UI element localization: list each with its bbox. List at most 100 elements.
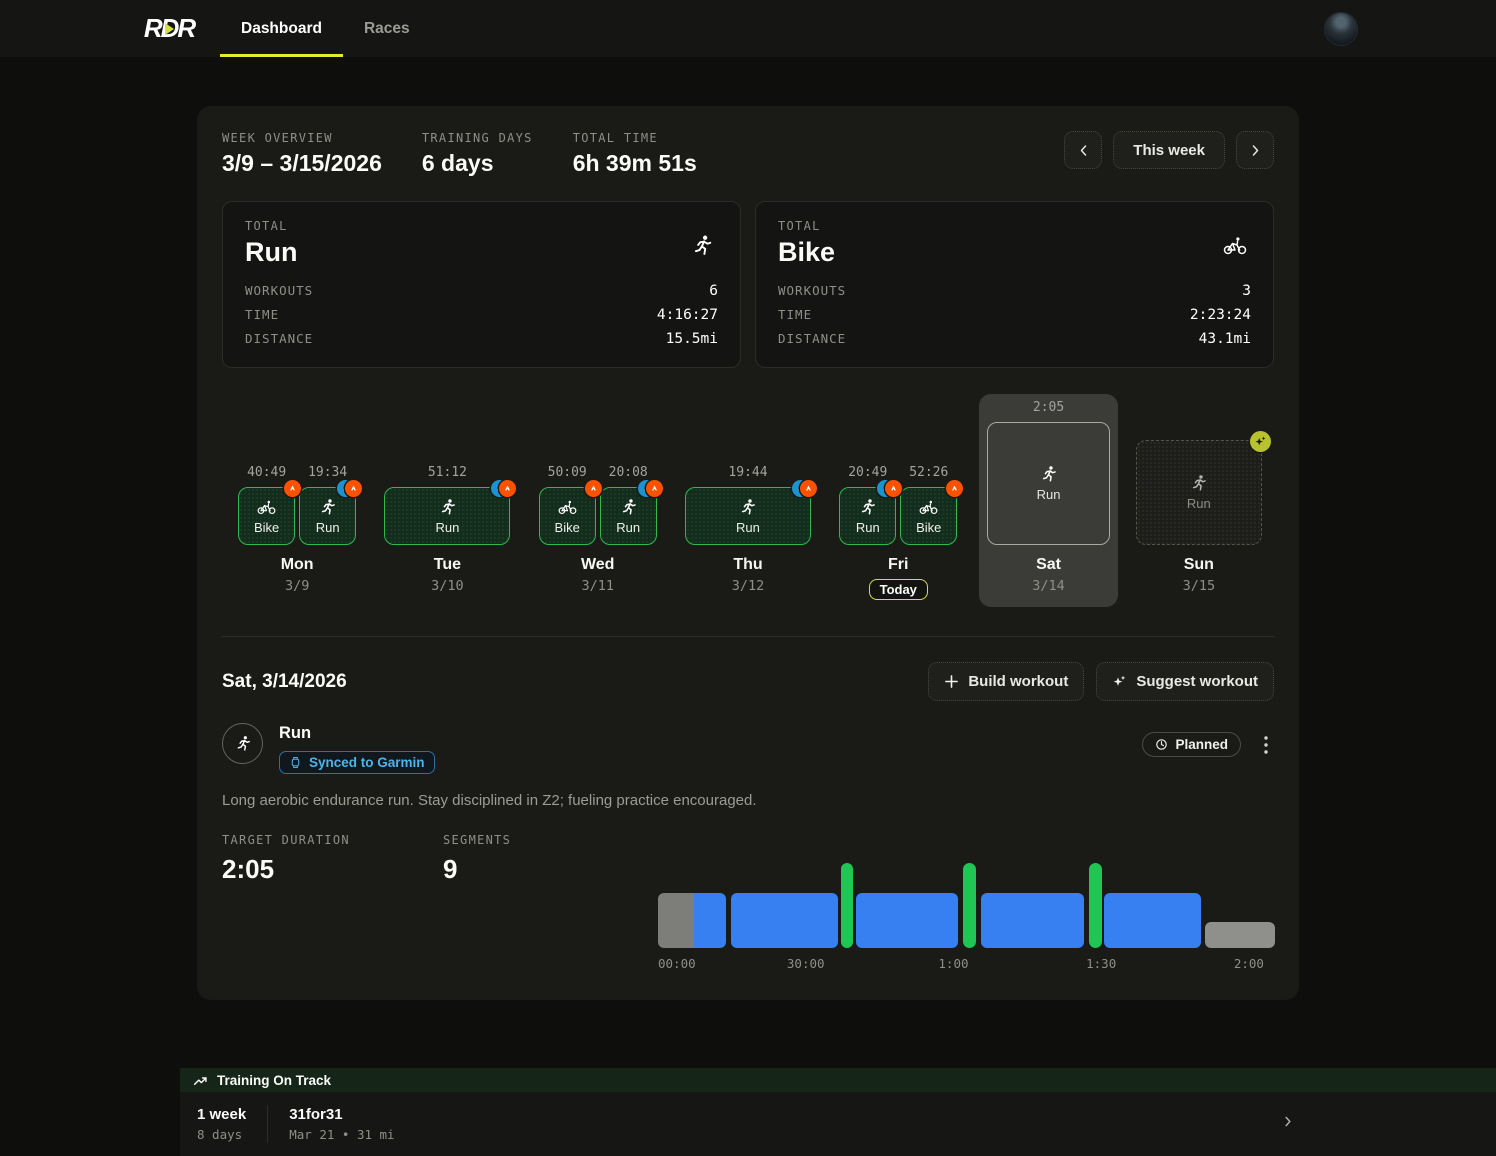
run-workout-tile[interactable]: Run (299, 487, 356, 545)
week-overview-block: WEEK OVERVIEW 3/9 – 3/15/2026 (222, 131, 382, 177)
day-name: Thu (733, 556, 762, 574)
day-column-fri: 20:49Run52:26BikeFriToday (823, 394, 973, 607)
workout-duration: 40:49 (247, 465, 286, 480)
week-header: WEEK OVERVIEW 3/9 – 3/15/2026 TRAINING D… (222, 131, 1274, 177)
stat-value: 15.5mi (666, 331, 718, 347)
race-countdown-sub: 8 days (197, 1127, 246, 1142)
garmin-sync-label: Synced to Garmin (309, 755, 425, 770)
sport-totals-row: TOTAL Run WORKOUTS 6 TIME 4:16:27 DISTAN… (222, 201, 1274, 368)
tile-sport-label: Bike (916, 520, 941, 535)
day-date: 3/11 (581, 578, 614, 594)
stat-label: DISTANCE (778, 331, 846, 346)
training-days-block: TRAINING DAYS 6 days (422, 131, 533, 177)
run-icon (619, 498, 638, 517)
bike-workout-tile[interactable]: Bike (539, 487, 596, 545)
week-range: 3/9 – 3/15/2026 (222, 150, 382, 177)
run-icon (1189, 474, 1208, 493)
run-workout-tile[interactable]: Run (384, 487, 510, 545)
run-workout-tile[interactable]: Run (1136, 440, 1262, 545)
prev-week-button[interactable] (1064, 131, 1102, 169)
bike-total-card: TOTAL Bike WORKOUTS 3 TIME 2:23:24 DISTA… (755, 201, 1274, 368)
total-time-value: 6h 39m 51s (573, 150, 697, 177)
tile-sport-label: Run (616, 520, 640, 535)
workout-description: Long aerobic endurance run. Stay discipl… (222, 792, 1274, 809)
tile-sport-label: Bike (555, 520, 580, 535)
week-calendar: 40:49Bike19:34RunMon3/951:12RunTue3/1050… (222, 394, 1274, 607)
planned-workout-row: Run Synced to Garmin Planned (222, 723, 1274, 774)
suggest-workout-button[interactable]: Suggest workout (1096, 662, 1274, 701)
clock-icon (1155, 738, 1168, 751)
race-next-button[interactable] (1282, 1115, 1294, 1134)
stat-label: TIME (778, 307, 812, 322)
run-workout-tile[interactable]: Run (839, 487, 896, 545)
sync-badges (337, 480, 362, 497)
stat-row: DISTANCE 15.5mi (245, 331, 718, 355)
build-workout-button[interactable]: Build workout (928, 662, 1084, 701)
workout-menu-button[interactable] (1258, 734, 1274, 756)
tile-sport-label: Run (736, 520, 760, 535)
selected-day-card[interactable]: 2:05RunSat3/14 (979, 394, 1118, 607)
sync-badges (585, 480, 602, 497)
run-icon (858, 498, 877, 517)
segments-count: 9 (443, 854, 664, 885)
run-workout-tile[interactable]: Run (987, 422, 1110, 545)
stat-value: 2:23:24 (1190, 307, 1251, 323)
workout-duration: 19:34 (308, 465, 347, 480)
strava-badge-icon (800, 480, 817, 497)
day-name: Sun (1184, 556, 1214, 574)
segment-interval (1089, 863, 1101, 948)
segment-warmup (658, 893, 694, 948)
run-workout-tile[interactable]: Run (685, 487, 811, 545)
day-name: Tue (434, 556, 461, 574)
run-workout-tile[interactable]: Run (600, 487, 657, 545)
play-triangle-icon (165, 23, 174, 35)
race-card[interactable]: 1 week 8 days 31for31 Mar 21 • 31 mi (180, 1092, 1496, 1156)
target-duration-label: TARGET DURATION (222, 833, 443, 847)
run-icon (234, 735, 252, 753)
tile-sport-label: Run (435, 520, 459, 535)
axis-tick: 1:30 (1086, 956, 1116, 971)
day-date: 3/12 (732, 578, 765, 594)
app-logo[interactable]: RDR (142, 13, 196, 45)
run-total-card: TOTAL Run WORKOUTS 6 TIME 4:16:27 DISTAN… (222, 201, 741, 368)
segment-steady (856, 893, 958, 948)
week-overview-label: WEEK OVERVIEW (222, 131, 382, 145)
bike-workout-tile[interactable]: Bike (900, 487, 957, 545)
sync-badges (877, 480, 902, 497)
target-duration-block: TARGET DURATION 2:05 (222, 833, 443, 885)
day-column-sun: RunSun3/15 (1124, 394, 1274, 607)
segment-timeline-chart: 00:0030:001:001:302:00 (658, 863, 1276, 973)
this-week-button[interactable]: This week (1113, 131, 1225, 169)
segment-cooldown (1205, 922, 1275, 948)
suggested-workout-icon (1250, 431, 1271, 452)
day-column-tue: 51:12RunTue3/10 (372, 394, 522, 607)
tab-dashboard[interactable]: Dashboard (220, 0, 343, 57)
bike-workout-tile[interactable]: Bike (238, 487, 295, 545)
segment-steady (1104, 893, 1201, 948)
sync-badges (491, 480, 516, 497)
watch-icon (289, 756, 302, 769)
total-kicker: TOTAL (245, 219, 718, 233)
user-avatar[interactable] (1324, 12, 1358, 46)
week-nav: This week (1064, 131, 1274, 169)
total-kicker: TOTAL (778, 219, 1251, 233)
training-status-label: Training On Track (217, 1073, 331, 1088)
segment-steady (731, 893, 838, 948)
tile-sport-label: Bike (254, 520, 279, 535)
stat-row: TIME 4:16:27 (245, 307, 718, 331)
stat-row: WORKOUTS 3 (778, 283, 1251, 307)
today-badge: Today (869, 579, 928, 600)
stat-row: WORKOUTS 6 (245, 283, 718, 307)
bike-icon (558, 498, 577, 517)
sport-name: Bike (778, 237, 1251, 268)
next-week-button[interactable] (1236, 131, 1274, 169)
workout-duration: 20:08 (609, 465, 648, 480)
run-icon (690, 234, 714, 258)
sync-badges (638, 480, 663, 497)
axis-tick: 00:00 (658, 956, 696, 971)
sync-badges (284, 480, 301, 497)
day-column-wed: 50:09Bike20:08RunWed3/11 (523, 394, 673, 607)
strava-badge-icon (646, 480, 663, 497)
workout-duration: 20:49 (848, 465, 887, 480)
tab-races[interactable]: Races (343, 0, 431, 57)
